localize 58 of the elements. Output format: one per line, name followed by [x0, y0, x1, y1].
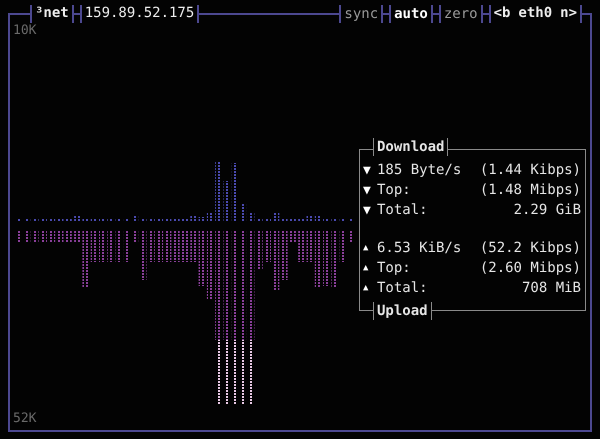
- upload-bar: [74, 215, 80, 221]
- upload-bar: [273, 213, 280, 221]
- upload-bar: [314, 215, 321, 221]
- upload-bar: [306, 215, 312, 221]
- scale-label: 10K: [13, 23, 36, 38]
- download-bar: [306, 230, 312, 262]
- next-interface-key[interactable]: n>: [560, 5, 577, 23]
- download-bar: [90, 230, 97, 262]
- download-bar: [99, 230, 105, 262]
- download-bar: [265, 230, 271, 262]
- panel-title: ³net: [30, 5, 74, 23]
- arrow-icon: ▼: [363, 182, 377, 198]
- interface-name: eth0: [518, 5, 552, 23]
- download-bar: [66, 230, 72, 242]
- upload-bar: [190, 215, 196, 221]
- stat-value: (1.48 Mibps): [480, 182, 581, 198]
- stat-label: Top:: [377, 260, 411, 276]
- stat-label: Top:: [377, 182, 411, 198]
- stat-value: (52.2 Kibps): [480, 240, 581, 256]
- stat-value: (1.44 Kibps): [480, 162, 581, 178]
- download-bar: [174, 230, 180, 262]
- arrow-icon: ▼: [363, 162, 377, 178]
- download-bar: [58, 230, 64, 242]
- download-bar: [74, 230, 80, 242]
- arrow-icon: ▼: [363, 202, 377, 218]
- download-bar: [165, 230, 172, 262]
- download-bar: [190, 230, 196, 262]
- stat-label: Total:: [377, 280, 428, 296]
- arrow-icon: ▲: [363, 263, 377, 273]
- toggle-option[interactable]: sync: [339, 5, 384, 23]
- download-bar: [314, 230, 321, 288]
- stat-value: 708 MiB: [522, 280, 581, 296]
- stat-label: 185 Byte/s: [377, 162, 462, 178]
- section-title: Upload: [373, 302, 432, 320]
- previous-interface-key[interactable]: <b: [494, 5, 510, 23]
- upload-bar: [206, 213, 213, 221]
- download-bar: [82, 230, 88, 288]
- upload-bar: [198, 217, 205, 221]
- download-bar: [290, 230, 296, 242]
- download-bar: [298, 230, 304, 262]
- stat-value: (2.60 Mibps): [480, 260, 581, 276]
- arrow-icon: ▲: [363, 283, 377, 293]
- scale-label: 52K: [13, 411, 36, 426]
- toggle-option[interactable]: auto: [389, 5, 433, 23]
- download-bar: [206, 230, 213, 300]
- stat-value: 2.29 GiB: [514, 202, 581, 218]
- download-bar: [49, 230, 56, 242]
- section-title: Download: [373, 138, 448, 156]
- ip-address: 159.89.52.175: [80, 5, 200, 23]
- stat-label: 6.53 KiB/s: [377, 240, 462, 256]
- download-bar: [198, 230, 205, 286]
- download-bar: [182, 230, 188, 262]
- download-bar: [157, 230, 164, 262]
- download-bar: [273, 230, 280, 290]
- stat-label: Total:: [377, 202, 428, 218]
- arrow-icon: ▲: [363, 243, 377, 253]
- download-bar: [282, 230, 288, 280]
- toggle-option[interactable]: zero: [438, 5, 483, 23]
